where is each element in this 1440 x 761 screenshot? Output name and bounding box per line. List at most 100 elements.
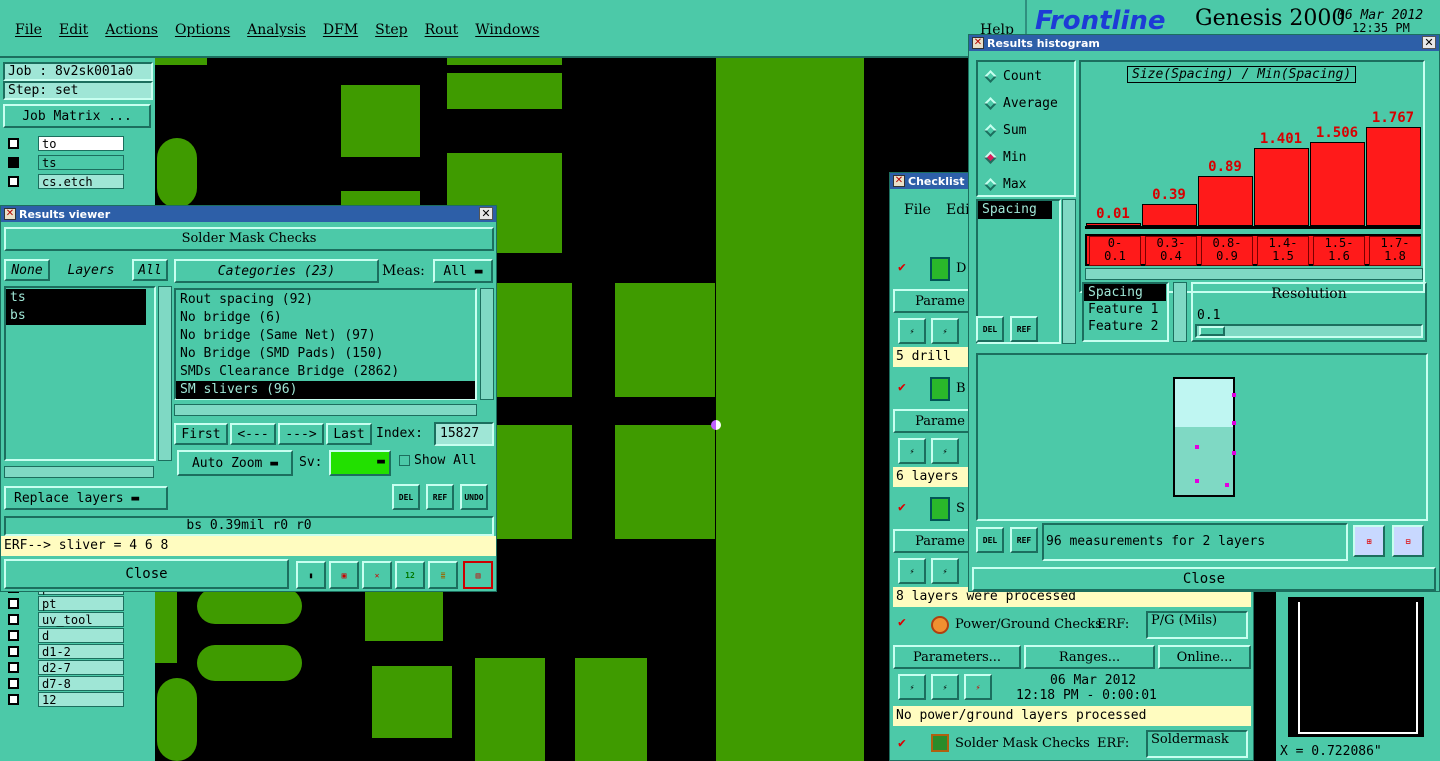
layer-list-scrollbar[interactable] (158, 286, 172, 461)
mode-min-radio[interactable]: Min (978, 144, 1074, 171)
category-item[interactable]: No bridge (6) (176, 309, 475, 327)
prev-button[interactable]: <--- (230, 423, 276, 445)
layer-checkbox[interactable] (8, 598, 19, 609)
sliver-marker[interactable] (711, 420, 721, 430)
number-icon-button[interactable]: 12 (395, 561, 425, 589)
parameters-button[interactable]: Parame (893, 289, 971, 313)
menu-rout[interactable]: Rout (425, 22, 459, 38)
mode-average-radio[interactable]: Average (978, 90, 1074, 117)
resolution-slider[interactable] (1195, 324, 1423, 338)
sm-erf-field[interactable]: Soldermask (1146, 730, 1248, 758)
layer-list-hscrollbar[interactable] (4, 466, 154, 478)
slider-thumb[interactable] (1199, 326, 1225, 336)
sort-item[interactable]: Feature 1 (1084, 301, 1167, 318)
run-icon[interactable]: ⚡ (898, 674, 926, 700)
layer-checkbox[interactable] (8, 630, 19, 641)
hist-ref-button-2[interactable]: REF (1010, 527, 1038, 553)
check-mark-icon[interactable]: ✔ (898, 260, 906, 275)
zoom-in-icon[interactable]: ⊞ (1353, 525, 1385, 557)
layer-checkbox[interactable] (8, 157, 19, 168)
hist-ref-button[interactable]: REF (1010, 316, 1038, 342)
histogram-bar[interactable] (1142, 204, 1197, 226)
check-mark-icon[interactable]: ✔ (898, 500, 906, 515)
stop-icon[interactable]: ⚡ (964, 674, 992, 700)
layer-row[interactable]: to (6, 136, 126, 152)
menu-windows[interactable]: Windows (475, 22, 539, 38)
field-item[interactable]: Spacing (978, 201, 1052, 219)
close-button[interactable]: Close (4, 559, 289, 589)
histogram-bar[interactable] (1254, 147, 1309, 226)
histogram-bar[interactable] (1198, 176, 1253, 226)
layer-checkbox[interactable] (8, 138, 19, 149)
sort-item[interactable]: Spacing (1084, 284, 1166, 301)
delete-icon-button[interactable]: ✕ (362, 561, 392, 589)
category-item[interactable]: SMDs Clearance Bridge (2862) (176, 363, 475, 381)
none-button[interactable]: None (4, 259, 50, 281)
category-item[interactable]: No Bridge (SMD Pads) (150) (176, 345, 475, 363)
menu-edit[interactable]: Edit (59, 22, 88, 38)
run-all-icon[interactable]: ⚡ (931, 674, 959, 700)
histogram-bar[interactable] (1310, 141, 1365, 226)
menu-step[interactable]: Step (375, 22, 407, 38)
category-list[interactable]: Rout spacing (92) No bridge (6) No bridge … (174, 288, 477, 400)
mode-sum-radio[interactable]: Sum (978, 117, 1074, 144)
category-item[interactable]: SM slivers (96) (176, 381, 475, 399)
run-all-icon[interactable]: ⚡ (931, 318, 959, 344)
run-all-icon[interactable]: ⚡ (931, 558, 959, 584)
histogram-icon-button[interactable]: ▥ (463, 561, 493, 589)
check-mark-icon[interactable]: ✔ (898, 380, 906, 395)
layer-row[interactable]: d (6, 628, 126, 644)
parameters-button[interactable]: Parameters... (893, 645, 1021, 669)
pg-check-icon[interactable]: ✔ (898, 616, 910, 629)
histogram-bar[interactable] (1086, 223, 1141, 226)
report-icon-button[interactable]: ≣ (428, 561, 458, 589)
online-button[interactable]: Online... (1158, 645, 1251, 669)
run-icon[interactable]: ⚡ (898, 318, 926, 344)
chart-hscrollbar[interactable] (1085, 268, 1423, 280)
layer-row[interactable]: uv_tool (6, 612, 126, 628)
mode-max-radio[interactable]: Max (978, 171, 1074, 198)
layer-row[interactable]: ts (6, 155, 126, 171)
menu-options[interactable]: Options (175, 22, 230, 38)
parameters-button[interactable]: Parame (893, 529, 971, 553)
menu-analysis[interactable]: Analysis (247, 22, 306, 38)
sv-color-select[interactable]: ▬ (329, 450, 391, 476)
index-input[interactable]: 15827 (434, 422, 494, 446)
run-all-icon[interactable]: ⚡ (931, 438, 959, 464)
job-matrix-button[interactable]: Job Matrix ... (3, 104, 151, 128)
layer-row[interactable]: cs.etch (6, 174, 126, 190)
layer-checkbox[interactable] (8, 646, 19, 657)
pg-erf-field[interactable]: P/G (Mils) (1146, 611, 1248, 639)
run-icon[interactable]: ⚡ (898, 438, 926, 464)
sort-list[interactable]: Spacing Feature 1 Feature 2 (1082, 282, 1169, 342)
layer-row[interactable]: 12 (6, 692, 126, 708)
ref-button[interactable]: REF (426, 484, 454, 510)
export-icon-button[interactable]: ▣ (329, 561, 359, 589)
sm-check-icon[interactable]: ✔ (898, 736, 906, 751)
category-scrollbar[interactable] (480, 288, 494, 400)
parameters-button[interactable]: Parame (893, 409, 971, 433)
next-button[interactable]: ---> (278, 423, 324, 445)
replace-layers-button[interactable]: Replace layers ▬ (4, 486, 168, 510)
layer-item[interactable]: bs (6, 307, 146, 325)
auto-zoom-select[interactable]: Auto Zoom ▬ (177, 450, 293, 476)
all-button[interactable]: All (132, 259, 168, 281)
layer-row[interactable]: d7-8 (6, 676, 126, 692)
layer-item[interactable]: ts (6, 289, 146, 307)
layer-checkbox[interactable] (8, 176, 19, 187)
checklist-menu-edit[interactable]: Edi (946, 202, 970, 218)
layer-select-list[interactable]: ts bs (4, 286, 156, 461)
del-button[interactable]: DEL (392, 484, 420, 510)
last-button[interactable]: Last (326, 423, 372, 445)
field-scrollbar[interactable] (1062, 199, 1076, 344)
hist-del-button-2[interactable]: DEL (976, 527, 1004, 553)
histogram-bar[interactable] (1366, 127, 1421, 226)
sort-scrollbar[interactable] (1173, 282, 1187, 342)
checklist-menu-file[interactable]: File (904, 202, 931, 218)
category-item[interactable]: No bridge (Same Net) (97) (176, 327, 475, 345)
mode-count-radio[interactable]: Count (978, 63, 1074, 90)
category-item[interactable]: Rout spacing (92) (176, 291, 475, 309)
category-hscrollbar[interactable] (174, 404, 477, 416)
layer-row[interactable]: d1-2 (6, 644, 126, 660)
layer-row[interactable]: d2-7 (6, 660, 126, 676)
